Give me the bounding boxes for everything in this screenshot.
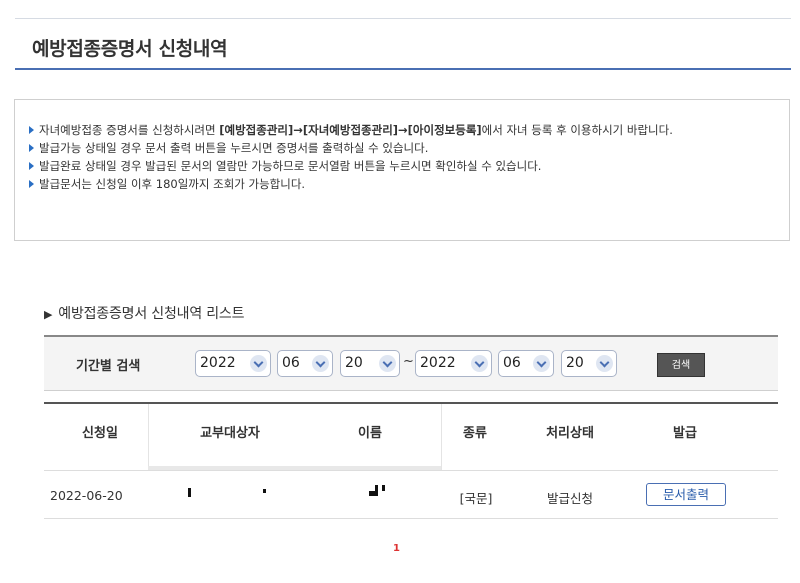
search-panel: 기간별 검색 2022 06 20 ~ 2022 06 20 검색 [44, 335, 778, 391]
notice-item-1: 자녀예방접종 증명서를 신청하시려면 [예방접종관리]→[자녀예방접종관리]→[… [29, 122, 767, 138]
column-divider [148, 404, 149, 470]
redacted-target [263, 489, 266, 493]
chevron-down-icon [379, 355, 396, 372]
top-divider [15, 18, 791, 19]
row-status: 발급신청 [546, 491, 593, 506]
header-target: 교부대상자 [200, 426, 260, 441]
notice-item-3: 발급완료 상태일 경우 발급된 문서의 열람만 가능하므로 문서열람 버튼을 누… [29, 158, 767, 174]
row-type: [국문] [459, 491, 493, 506]
chevron-down-icon [596, 355, 613, 372]
notice-item-4: 발급문서는 신청일 이후 180일까지 조회가 가능합니다. [29, 176, 767, 192]
header-status: 처리상태 [546, 426, 594, 441]
table-top-border [44, 402, 778, 404]
chevron-down-icon [471, 355, 488, 372]
header-date: 신청일 [82, 426, 118, 441]
notice-path: [예방접종관리]→[자녀예방접종관리]→[아이정보등록] [219, 123, 482, 137]
list-title-text: 예방접종증명서 신청내역 리스트 [58, 306, 245, 322]
notice-text: 자녀예방접종 증명서를 신청하시려면 [39, 123, 220, 137]
to-day-value: 20 [566, 355, 584, 371]
column-divider [441, 404, 442, 470]
page-number-current[interactable]: 1 [393, 543, 400, 554]
search-button[interactable]: 검색 [657, 353, 705, 377]
redacted-name [375, 485, 378, 496]
title-underline [15, 68, 791, 70]
print-document-button[interactable]: 문서출력 [646, 483, 726, 506]
from-year-value: 2022 [200, 355, 236, 371]
notice-text: 에서 자녀 등록 후 이용하시기 바랍니다. [481, 123, 673, 137]
from-month-select[interactable]: 06 [277, 350, 333, 377]
chevron-down-icon [250, 355, 267, 372]
list-title: ▶ 예방접종증명서 신청내역 리스트 [44, 303, 244, 323]
redacted-name [382, 485, 385, 491]
triangle-icon: ▶ [44, 308, 53, 321]
header-type: 종류 [463, 426, 487, 441]
row-date: 2022-06-20 [50, 488, 123, 503]
from-day-value: 20 [345, 355, 363, 371]
to-year-select[interactable]: 2022 [415, 350, 492, 377]
search-label: 기간별 검색 [76, 359, 141, 374]
to-day-select[interactable]: 20 [561, 350, 617, 377]
header-name: 이름 [358, 426, 382, 441]
from-day-select[interactable]: 20 [340, 350, 400, 377]
from-month-value: 06 [282, 355, 300, 371]
chevron-down-icon [312, 355, 329, 372]
to-year-value: 2022 [420, 355, 456, 371]
notice-item-2: 발급가능 상태일 경우 문서 출력 버튼을 누르시면 증명서를 출력하실 수 있… [29, 140, 767, 156]
to-month-value: 06 [503, 355, 521, 371]
from-year-select[interactable]: 2022 [195, 350, 271, 377]
redacted-target [188, 488, 191, 497]
chevron-down-icon [533, 355, 550, 372]
header-issue: 발급 [673, 426, 697, 441]
header-underline [44, 470, 778, 471]
row-divider [44, 518, 778, 519]
page-title: 예방접종증명서 신청내역 [32, 38, 228, 60]
to-month-select[interactable]: 06 [498, 350, 554, 377]
date-separator: ~ [403, 354, 414, 369]
notice-box: 자녀예방접종 증명서를 신청하시려면 [예방접종관리]→[자녀예방접종관리]→[… [14, 99, 790, 241]
